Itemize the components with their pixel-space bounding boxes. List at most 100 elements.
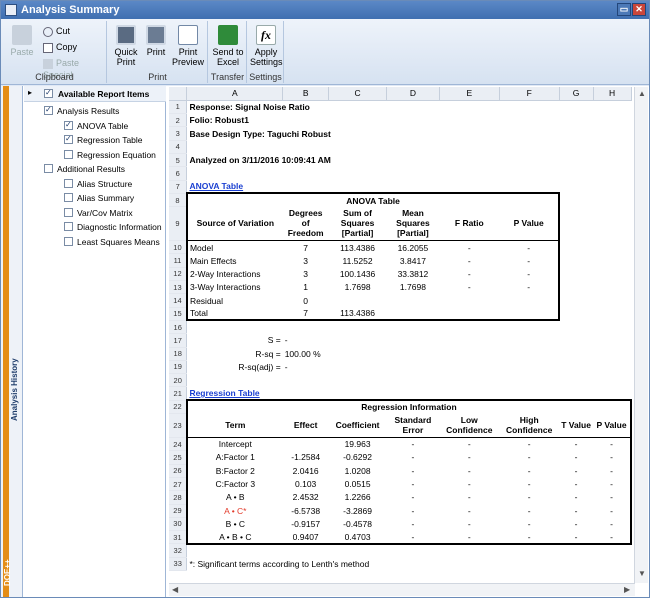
sheet-cell[interactable] (439, 387, 499, 400)
sheet-cell[interactable] (593, 374, 631, 387)
sheet-cell[interactable]: - (439, 464, 499, 477)
sheet-cell[interactable]: -0.4578 (329, 517, 387, 530)
sheet-cell[interactable] (283, 167, 329, 180)
quick-print-button[interactable]: Quick Print (112, 25, 140, 67)
sheet-cell[interactable]: - (386, 530, 440, 545)
sheet-cell[interactable] (329, 387, 387, 400)
sheet-cell[interactable]: S = (187, 334, 283, 347)
sheet-cell[interactable] (329, 360, 387, 373)
sheet-cell[interactable]: - (499, 477, 559, 490)
sheet-cell[interactable]: - (593, 437, 632, 451)
sheet-cell[interactable] (593, 320, 631, 333)
sheet-cell[interactable]: - (387, 464, 440, 477)
tree-checkbox[interactable] (64, 134, 73, 144)
sheet-cell[interactable] (283, 544, 329, 557)
sheet-cell[interactable]: Response: Signal Noise Ratio (187, 100, 439, 113)
row-header[interactable]: 15 (169, 307, 188, 321)
scroll-up-icon[interactable]: ▲ (638, 89, 646, 98)
tree-item-label[interactable]: Var/Cov Matrix (77, 207, 133, 219)
sheet-cell[interactable] (499, 347, 559, 360)
tree-checkbox[interactable] (64, 207, 73, 217)
sheet-cell[interactable]: 0.9407 (282, 530, 329, 545)
sheet-cell[interactable] (593, 207, 631, 241)
sheet-cell[interactable]: 113.4386 (328, 307, 387, 322)
sheet-cell[interactable]: - (387, 517, 440, 530)
sheet-cell[interactable]: - (593, 450, 632, 465)
column-header[interactable]: C (328, 87, 387, 101)
sheet-cell[interactable]: - (499, 517, 559, 530)
sheet-cell[interactable]: - (499, 438, 559, 451)
sheet-cell[interactable] (499, 320, 559, 333)
sheet-cell[interactable]: - (559, 451, 593, 464)
sheet-cell[interactable]: 113.4386 (329, 241, 387, 254)
sheet-cell[interactable] (499, 114, 559, 127)
sheet-cell[interactable]: Mean Squares [Partial] (386, 206, 440, 242)
sheet-cell[interactable]: Total (185, 307, 283, 322)
sheet-cell[interactable] (387, 180, 440, 193)
row-header[interactable]: 24 (169, 437, 188, 452)
sheet-cell[interactable] (593, 387, 631, 400)
column-header[interactable]: H (593, 87, 632, 101)
sheet-cell[interactable] (387, 374, 440, 387)
sheet-cell[interactable]: - (439, 491, 499, 504)
sheet-cell[interactable] (593, 307, 631, 320)
sheet-cell[interactable]: Main Effects (185, 253, 283, 268)
sheet-cell[interactable]: 2.0416 (283, 464, 329, 477)
sheet-cell[interactable]: - (439, 451, 499, 464)
sheet-cell[interactable] (499, 127, 559, 140)
sheet-cell[interactable]: 0.4703 (328, 530, 387, 545)
sheet-cell[interactable]: 100.1436 (329, 267, 387, 280)
sheet-cell[interactable] (387, 544, 440, 557)
tree-checkbox[interactable] (44, 105, 53, 115)
sheet-cell[interactable] (329, 334, 387, 347)
sheet-cell[interactable]: B:Factor 2 (185, 464, 283, 478)
sheet-cell[interactable]: A • B • C (185, 530, 283, 545)
paste-special-button[interactable]: Paste Special (43, 57, 106, 80)
sheet-cell[interactable] (593, 267, 631, 280)
row-header[interactable]: 13 (169, 280, 188, 295)
analysis-history-label[interactable]: Analysis History (10, 301, 22, 421)
sheet-cell[interactable]: Regression Table (187, 387, 329, 400)
row-header[interactable]: 29 (169, 504, 188, 518)
sheet-cell[interactable]: - (559, 438, 593, 451)
sheet-cell[interactable] (387, 387, 440, 400)
column-header[interactable]: D (386, 87, 440, 101)
sheet-cell[interactable] (559, 544, 593, 557)
sheet-cell[interactable] (439, 153, 499, 166)
sheet-cell[interactable]: - (439, 254, 499, 267)
sheet-cell[interactable] (386, 307, 440, 322)
sheet-cell[interactable] (559, 207, 593, 241)
row-header[interactable]: 26 (169, 464, 188, 478)
sheet-cell[interactable] (439, 127, 499, 140)
sheet-cell[interactable]: - (439, 477, 499, 490)
sheet-cell[interactable] (559, 241, 593, 254)
sheet-cell[interactable] (439, 180, 499, 193)
sheet-cell[interactable] (559, 140, 593, 153)
column-header[interactable]: B (282, 87, 330, 101)
sheet-cell[interactable] (329, 347, 387, 360)
sheet-cell[interactable]: *: Significant terms according to Lenth'… (187, 557, 439, 570)
sheet-cell[interactable] (593, 241, 631, 254)
sheet-cell[interactable]: 1.7698 (387, 281, 440, 294)
row-header[interactable]: 21 (169, 386, 188, 401)
row-header[interactable]: 18 (169, 347, 188, 361)
expand-arrow-icon[interactable]: ▸ (28, 88, 32, 97)
row-header[interactable]: 12 (169, 267, 188, 282)
sheet-cell[interactable] (559, 127, 593, 140)
sheet-cell[interactable] (499, 100, 559, 113)
horizontal-scrollbar[interactable]: ◀ ▶ (169, 583, 635, 596)
sheet-cell[interactable] (559, 254, 593, 267)
row-header[interactable]: 25 (169, 450, 188, 465)
sheet-cell[interactable]: -0.9157 (283, 517, 329, 530)
sheet-cell[interactable] (559, 267, 593, 280)
sheet-cell[interactable]: B • C (185, 517, 283, 531)
row-header[interactable]: 16 (169, 320, 188, 335)
row-header[interactable]: 3 (169, 126, 188, 141)
row-header[interactable]: 23 (169, 413, 188, 439)
sheet-cell[interactable]: R-sq = (187, 347, 283, 360)
sheet-cell[interactable]: - (387, 438, 440, 451)
sheet-cell[interactable]: - (593, 504, 632, 518)
row-header[interactable]: 11 (169, 253, 188, 268)
print-preview-button[interactable]: Print Preview (172, 25, 204, 67)
sheet-cell[interactable]: 2.4532 (283, 491, 329, 504)
